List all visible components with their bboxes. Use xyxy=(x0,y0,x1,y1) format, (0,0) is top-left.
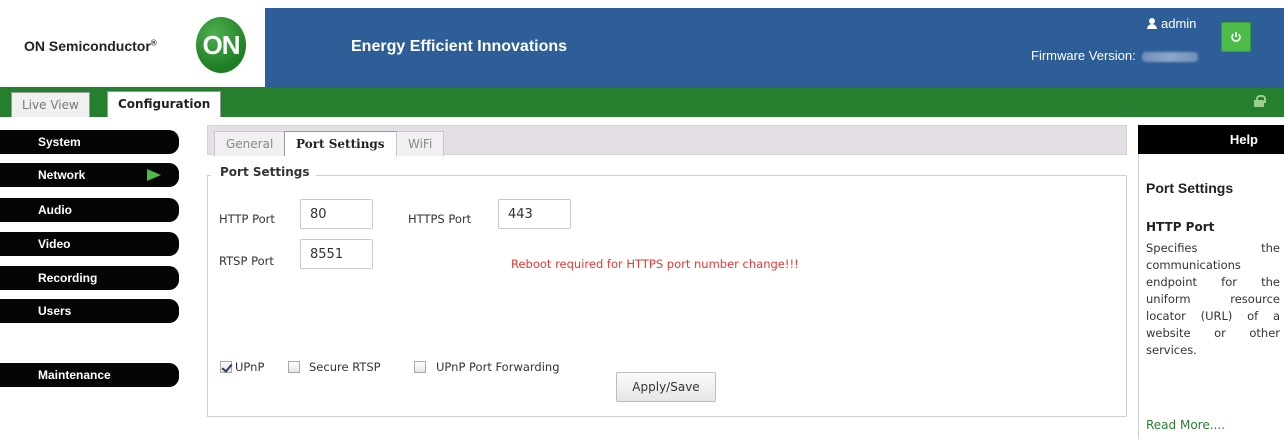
sidebar-item-video[interactable]: Video xyxy=(0,232,179,256)
read-more-link[interactable]: Read More.... xyxy=(1146,418,1225,432)
sidebar-item-label: Recording xyxy=(38,271,98,285)
power-icon xyxy=(1231,32,1241,42)
tab-wifi[interactable]: WiFi xyxy=(396,131,445,156)
user-label: admin xyxy=(1147,16,1196,31)
active-arrow-icon xyxy=(147,169,161,181)
sidebar-item-label: Network xyxy=(38,168,86,182)
sidebar-item-users[interactable]: Users xyxy=(0,299,179,323)
network-subtab-bar: General Port Settings WiFi xyxy=(207,125,1127,156)
tab-live-view[interactable]: Live View xyxy=(11,92,90,117)
rtsp-port-input[interactable] xyxy=(300,239,373,269)
tab-configuration[interactable]: Configuration xyxy=(107,91,222,117)
help-header: Help xyxy=(1138,125,1284,154)
upnp-port-forwarding-label: UPnP Port Forwarding xyxy=(436,360,560,374)
sidebar-item-label: Video xyxy=(38,237,71,251)
logout-button[interactable] xyxy=(1221,22,1251,52)
secure-rtsp-checkbox[interactable] xyxy=(288,361,300,373)
sidebar-item-recording[interactable]: Recording xyxy=(0,266,179,290)
sidebar-item-label: System xyxy=(38,135,81,149)
http-port-label: HTTP Port xyxy=(219,212,275,226)
port-settings-legend: Port Settings xyxy=(211,165,316,179)
help-text: Specifies the communications endpoint fo… xyxy=(1146,241,1280,357)
on-logo: ON xyxy=(196,17,246,73)
upnp-port-forwarding-checkbox[interactable] xyxy=(414,361,426,373)
sidebar-item-label: Audio xyxy=(38,203,72,217)
sidebar-item-audio[interactable]: Audio xyxy=(0,198,179,222)
sidebar-item-maintenance[interactable]: Maintenance xyxy=(0,363,179,387)
user-name: admin xyxy=(1161,16,1197,31)
secure-rtsp-label: Secure RTSP xyxy=(309,360,381,374)
http-port-input[interactable] xyxy=(300,199,373,229)
help-subtitle: HTTP Port xyxy=(1146,220,1215,234)
reboot-warning: Reboot required for HTTPS port number ch… xyxy=(511,257,799,271)
brand-name: ON Semiconductor® xyxy=(24,38,157,54)
https-port-label: HTTPS Port xyxy=(408,212,472,226)
sidebar-item-system[interactable]: System xyxy=(0,130,179,154)
firmware-version: Firmware Version: xyxy=(1031,48,1198,63)
help-title: Port Settings xyxy=(1146,180,1234,196)
lock-icon[interactable] xyxy=(1254,95,1266,107)
main-tab-bar: Live View Configuration xyxy=(0,87,1284,117)
tab-general[interactable]: General xyxy=(214,131,286,156)
brand-area: ON Semiconductor® ON xyxy=(0,0,265,87)
upnp-label: UPnP xyxy=(235,360,265,374)
sidebar-item-label: Maintenance xyxy=(38,368,111,382)
apply-save-button[interactable]: Apply/Save xyxy=(616,372,716,402)
tagline: Energy Efficient Innovations xyxy=(351,38,568,55)
header-banner: Energy Efficient Innovations admin Firmw… xyxy=(265,8,1284,87)
user-icon xyxy=(1147,18,1157,29)
sidebar-item-network[interactable]: Network xyxy=(0,163,179,187)
tab-port-settings[interactable]: Port Settings xyxy=(284,131,397,156)
firmware-label: Firmware Version: xyxy=(1031,48,1136,63)
header: ON Semiconductor® ON Energy Efficient In… xyxy=(0,0,1284,87)
sidebar-item-label: Users xyxy=(38,304,72,318)
firmware-value-redacted xyxy=(1141,51,1198,62)
upnp-checkbox[interactable] xyxy=(220,361,232,373)
registered-mark: ® xyxy=(150,38,157,48)
https-port-input[interactable] xyxy=(498,199,571,229)
rtsp-port-label: RTSP Port xyxy=(219,254,274,268)
